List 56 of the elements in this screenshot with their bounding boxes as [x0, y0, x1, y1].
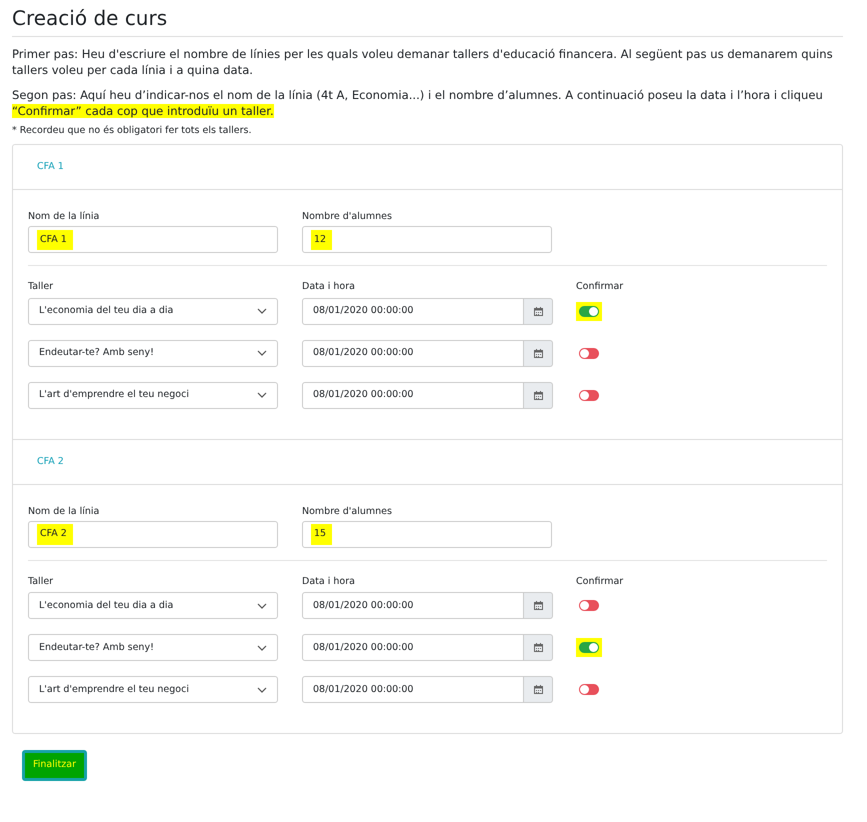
calendar-button[interactable] — [524, 676, 553, 704]
column-label: Data i hora — [302, 575, 356, 590]
date-field[interactable]: 08/01/2020 00:00:00 — [302, 634, 524, 662]
calendar-button[interactable] — [524, 340, 553, 367]
chevron-down-icon — [257, 350, 267, 356]
confirm-toggle[interactable] — [579, 642, 599, 654]
section-header: CFA 1 — [13, 144, 842, 190]
name-field[interactable]: CFA 1 — [28, 226, 278, 254]
column-label: Confirmar — [576, 575, 624, 590]
date-field[interactable]: 08/01/2020 00:00:00 — [302, 592, 524, 620]
field-label: Nom de la línia — [28, 504, 100, 519]
workshop-select[interactable]: L'economia del teu dia a dia — [28, 298, 278, 325]
page-title: Creació de curs — [12, 4, 843, 37]
column-label: Taller — [28, 280, 54, 294]
calendar-icon — [534, 348, 542, 358]
confirm-toggle[interactable] — [579, 348, 599, 359]
calendar-button[interactable] — [524, 382, 553, 409]
calendar-icon — [534, 643, 542, 652]
calendar-button[interactable] — [524, 634, 553, 662]
confirm-toggle[interactable] — [579, 600, 599, 612]
workshop-select[interactable]: Endeutar-te? Amb seny! — [28, 340, 278, 367]
workshop-select[interactable]: L'art d'emprendre el teu negoci — [28, 676, 278, 704]
field-label: Nom de la línia — [28, 210, 100, 224]
section-header: CFA 2 — [13, 438, 842, 485]
calendar-icon — [534, 306, 542, 316]
confirm-toggle[interactable] — [579, 684, 599, 696]
date-field[interactable]: 08/01/2020 00:00:00 — [302, 340, 524, 367]
calendar-button[interactable] — [524, 592, 553, 620]
note-text: * Recordeu que no és obligatori fer tots els tallers. — [12, 124, 252, 138]
instruction-text: Primer pas: Heu d'escriure el nombre de línies per les quals voleu demanar tallers d'educació financera. Al següent pas us demanarem quins tallers voleu per cada línia i a quina data. — [12, 47, 834, 78]
workshop-select[interactable]: Endeutar-te? Amb seny! — [28, 634, 278, 662]
chevron-down-icon — [257, 644, 267, 651]
date-field[interactable]: 08/01/2020 00:00:00 — [302, 298, 524, 325]
students-field[interactable]: 12 — [302, 226, 552, 254]
name-field[interactable]: CFA 2 — [28, 521, 278, 548]
calendar-icon — [534, 390, 542, 400]
chevron-down-icon — [257, 392, 267, 398]
column-label: Taller — [28, 575, 54, 590]
workshop-select[interactable]: L'economia del teu dia a dia — [28, 592, 278, 620]
instruction-text: Segon pas: Aquí heu d’indicar-nos el nom de la línia (4t A, Economia...) i el nombre d’alumnes. A continuació poseu la data i l’hora i cliqueu “Confirmar” cada cop que introduïu un taller. — [12, 88, 824, 120]
confirm-toggle[interactable] — [579, 390, 599, 401]
date-field[interactable]: 08/01/2020 00:00:00 — [302, 382, 524, 409]
calendar-icon — [534, 685, 542, 694]
field-label: Nombre d'alumnes — [302, 504, 393, 519]
calendar-button[interactable] — [524, 298, 553, 325]
date-field[interactable]: 08/01/2020 00:00:00 — [302, 676, 524, 704]
column-label: Data i hora — [302, 280, 356, 294]
field-label: Nombre d'alumnes — [302, 210, 393, 224]
calendar-icon — [534, 601, 542, 610]
chevron-down-icon — [257, 602, 267, 609]
students-field[interactable]: 15 — [302, 521, 552, 548]
chevron-down-icon — [257, 686, 267, 693]
column-label: Confirmar — [576, 280, 624, 294]
confirm-toggle[interactable] — [579, 306, 599, 317]
chevron-down-icon — [257, 308, 267, 314]
workshop-select[interactable]: L'art d'emprendre el teu negoci — [28, 382, 278, 409]
